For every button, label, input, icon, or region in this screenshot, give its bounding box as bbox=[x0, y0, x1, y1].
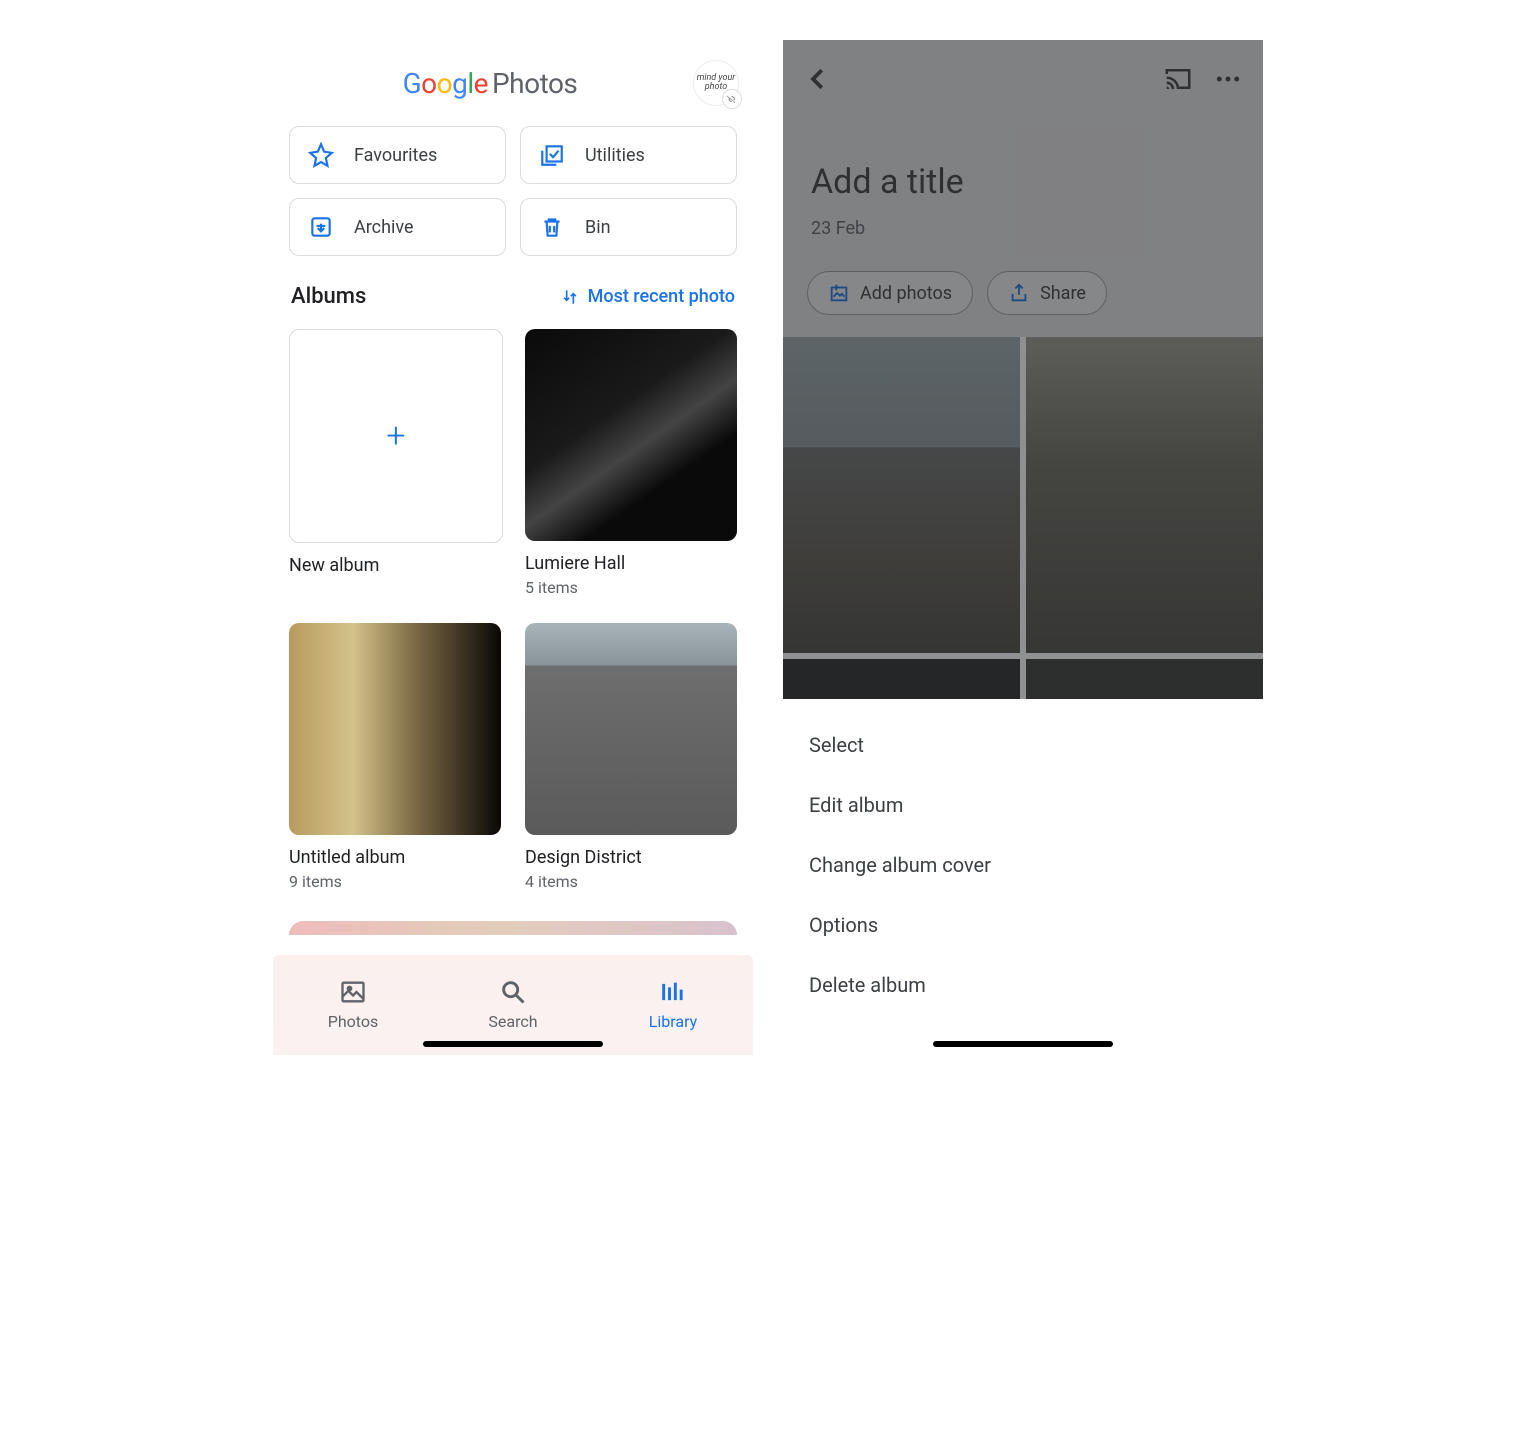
sort-button[interactable]: Most recent photo bbox=[560, 286, 735, 307]
menu-change-cover[interactable]: Change album cover bbox=[783, 835, 1263, 895]
app-logo: Google Photos bbox=[403, 67, 578, 100]
album-count: 9 items bbox=[289, 872, 501, 891]
library-screen: Google Photos mind your photo Favourites… bbox=[273, 40, 753, 1055]
account-avatar[interactable]: mind your photo bbox=[693, 60, 739, 106]
menu-options[interactable]: Options bbox=[783, 895, 1263, 955]
albums-grid: + New album Lumiere Hall 5 items Untitle… bbox=[273, 319, 753, 911]
album-detail-screen: Add a title 23 Feb Add photos Share Sele… bbox=[783, 40, 1263, 1055]
nav-search[interactable]: Search bbox=[433, 955, 593, 1055]
menu-select[interactable]: Select bbox=[783, 715, 1263, 775]
nav-photos-label: Photos bbox=[328, 1012, 379, 1031]
suggestion-peek[interactable] bbox=[289, 921, 737, 935]
album-name: Design District bbox=[525, 847, 737, 868]
album-count: 4 items bbox=[525, 872, 737, 891]
bottom-nav: Photos Search Library bbox=[273, 955, 753, 1055]
album-cover bbox=[525, 329, 737, 541]
bin-label: Bin bbox=[585, 217, 611, 238]
options-menu: Select Edit album Change album cover Opt… bbox=[783, 699, 1263, 1055]
nav-search-label: Search bbox=[488, 1012, 537, 1031]
album-tile[interactable]: Design District 4 items bbox=[525, 623, 737, 891]
archive-button[interactable]: Archive bbox=[289, 198, 506, 256]
nav-library[interactable]: Library bbox=[593, 955, 753, 1055]
album-count: 5 items bbox=[525, 578, 737, 597]
album-tile[interactable]: Lumiere Hall 5 items bbox=[525, 329, 737, 597]
sort-label: Most recent photo bbox=[588, 286, 735, 307]
utilities-label: Utilities bbox=[585, 145, 645, 166]
quick-access-grid: Favourites Utilities Archive Bin bbox=[273, 116, 753, 266]
utilities-button[interactable]: Utilities bbox=[520, 126, 737, 184]
bin-button[interactable]: Bin bbox=[520, 198, 737, 256]
top-bar: Google Photos mind your photo bbox=[273, 40, 753, 116]
album-name: Untitled album bbox=[289, 847, 501, 868]
modal-scrim[interactable] bbox=[783, 337, 1263, 699]
album-name: Lumiere Hall bbox=[525, 553, 737, 574]
home-indicator[interactable] bbox=[423, 1041, 603, 1047]
favourites-label: Favourites bbox=[354, 145, 437, 166]
album-cover bbox=[289, 623, 501, 835]
album-header: Add a title 23 Feb Add photos Share bbox=[783, 40, 1263, 337]
sync-off-badge-icon bbox=[722, 89, 742, 109]
menu-edit-album[interactable]: Edit album bbox=[783, 775, 1263, 835]
home-indicator[interactable] bbox=[933, 1041, 1113, 1047]
archive-label: Archive bbox=[354, 217, 414, 238]
modal-scrim[interactable] bbox=[783, 40, 1263, 337]
menu-delete-album[interactable]: Delete album bbox=[783, 955, 1263, 1015]
nav-library-label: Library bbox=[649, 1012, 697, 1031]
nav-photos[interactable]: Photos bbox=[273, 955, 433, 1055]
albums-header: Albums Most recent photo bbox=[273, 266, 753, 319]
album-name: New album bbox=[289, 555, 501, 576]
album-tile[interactable]: Untitled album 9 items bbox=[289, 623, 501, 891]
album-cover bbox=[525, 623, 737, 835]
albums-title: Albums bbox=[291, 284, 366, 309]
plus-icon: + bbox=[289, 329, 503, 543]
photo-grid bbox=[783, 337, 1263, 699]
new-album-tile[interactable]: + New album bbox=[289, 329, 501, 597]
favourites-button[interactable]: Favourites bbox=[289, 126, 506, 184]
